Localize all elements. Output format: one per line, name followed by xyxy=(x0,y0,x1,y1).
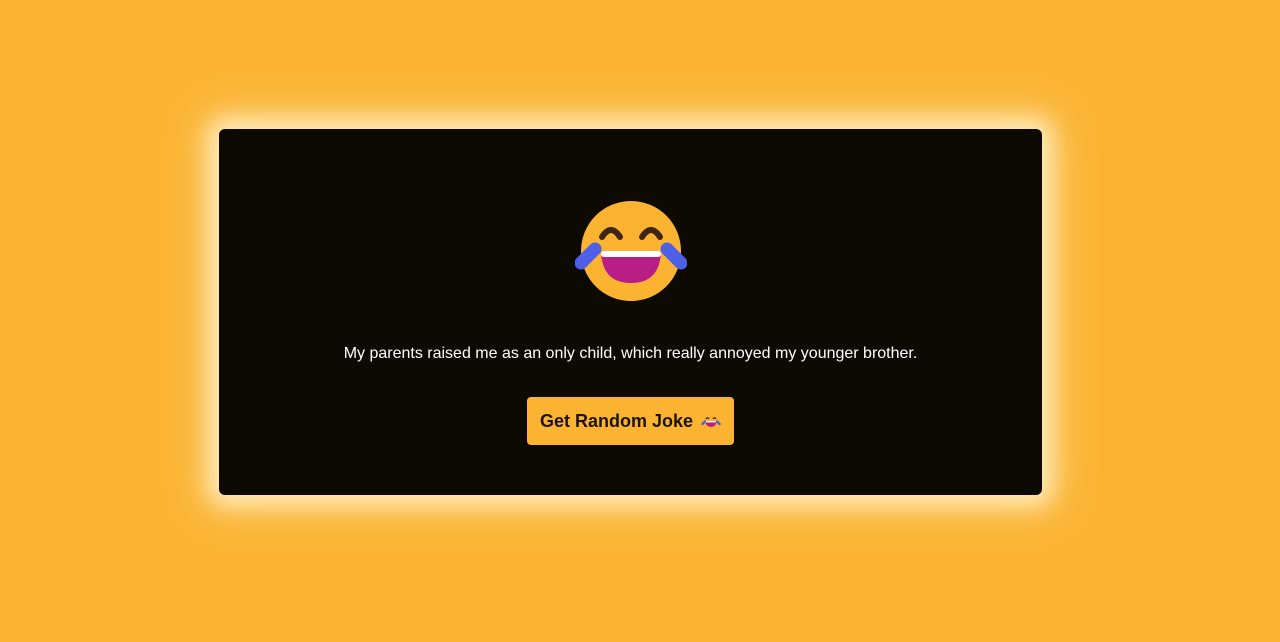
button-label: Get Random Joke xyxy=(539,410,694,431)
joke-card: My parents raised me as an only child, w… xyxy=(219,129,1042,495)
joke-text: My parents raised me as an only child, w… xyxy=(343,345,918,362)
get-random-joke-button[interactable]: Get Random Joke xyxy=(527,397,734,445)
laughing-emoji-icon xyxy=(574,199,688,303)
laughing-emoji-icon xyxy=(701,412,721,430)
